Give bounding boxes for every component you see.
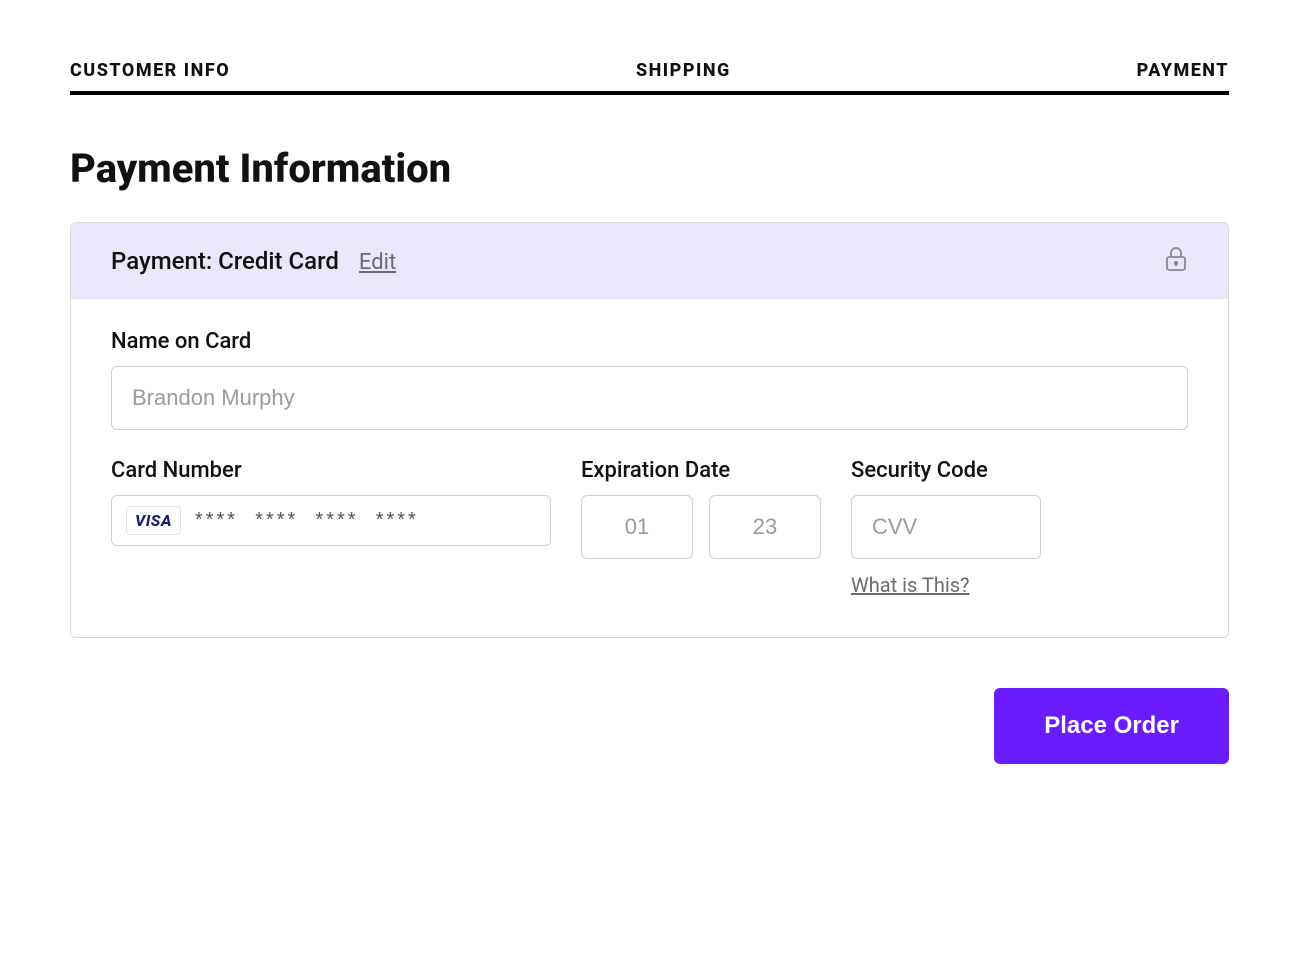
expiration-month-input[interactable] (581, 495, 693, 559)
step-customer-info[interactable]: CUSTOMER INFO (70, 60, 230, 81)
lock-icon (1164, 245, 1188, 277)
page-title: Payment Information (70, 145, 1229, 192)
visa-icon: VISA (126, 506, 181, 535)
security-code-input[interactable] (851, 495, 1041, 559)
footer-actions: Place Order (70, 688, 1229, 764)
step-shipping[interactable]: SHIPPING (636, 60, 731, 81)
card-number-field[interactable]: VISA (111, 495, 551, 546)
step-payment[interactable]: PAYMENT (1137, 60, 1229, 81)
panel-header-title: Payment: Credit Card (111, 247, 339, 275)
expiration-date-label: Expiration Date (581, 458, 821, 483)
expiration-year-input[interactable] (709, 495, 821, 559)
edit-link[interactable]: Edit (359, 250, 396, 275)
panel-header: Payment: Credit Card Edit (71, 223, 1228, 299)
name-on-card-input[interactable] (111, 366, 1188, 430)
security-code-label: Security Code (851, 458, 1041, 483)
name-on-card-label: Name on Card (111, 329, 1188, 354)
card-number-label: Card Number (111, 458, 551, 483)
payment-panel: Payment: Credit Card Edit Name on Card C… (70, 222, 1229, 638)
panel-body: Name on Card Card Number VISA Expiration… (71, 299, 1228, 637)
place-order-button[interactable]: Place Order (994, 688, 1229, 764)
card-number-input[interactable] (195, 509, 536, 532)
checkout-steps: CUSTOMER INFO SHIPPING PAYMENT (70, 60, 1229, 95)
what-is-this-link[interactable]: What is This? (851, 573, 970, 597)
